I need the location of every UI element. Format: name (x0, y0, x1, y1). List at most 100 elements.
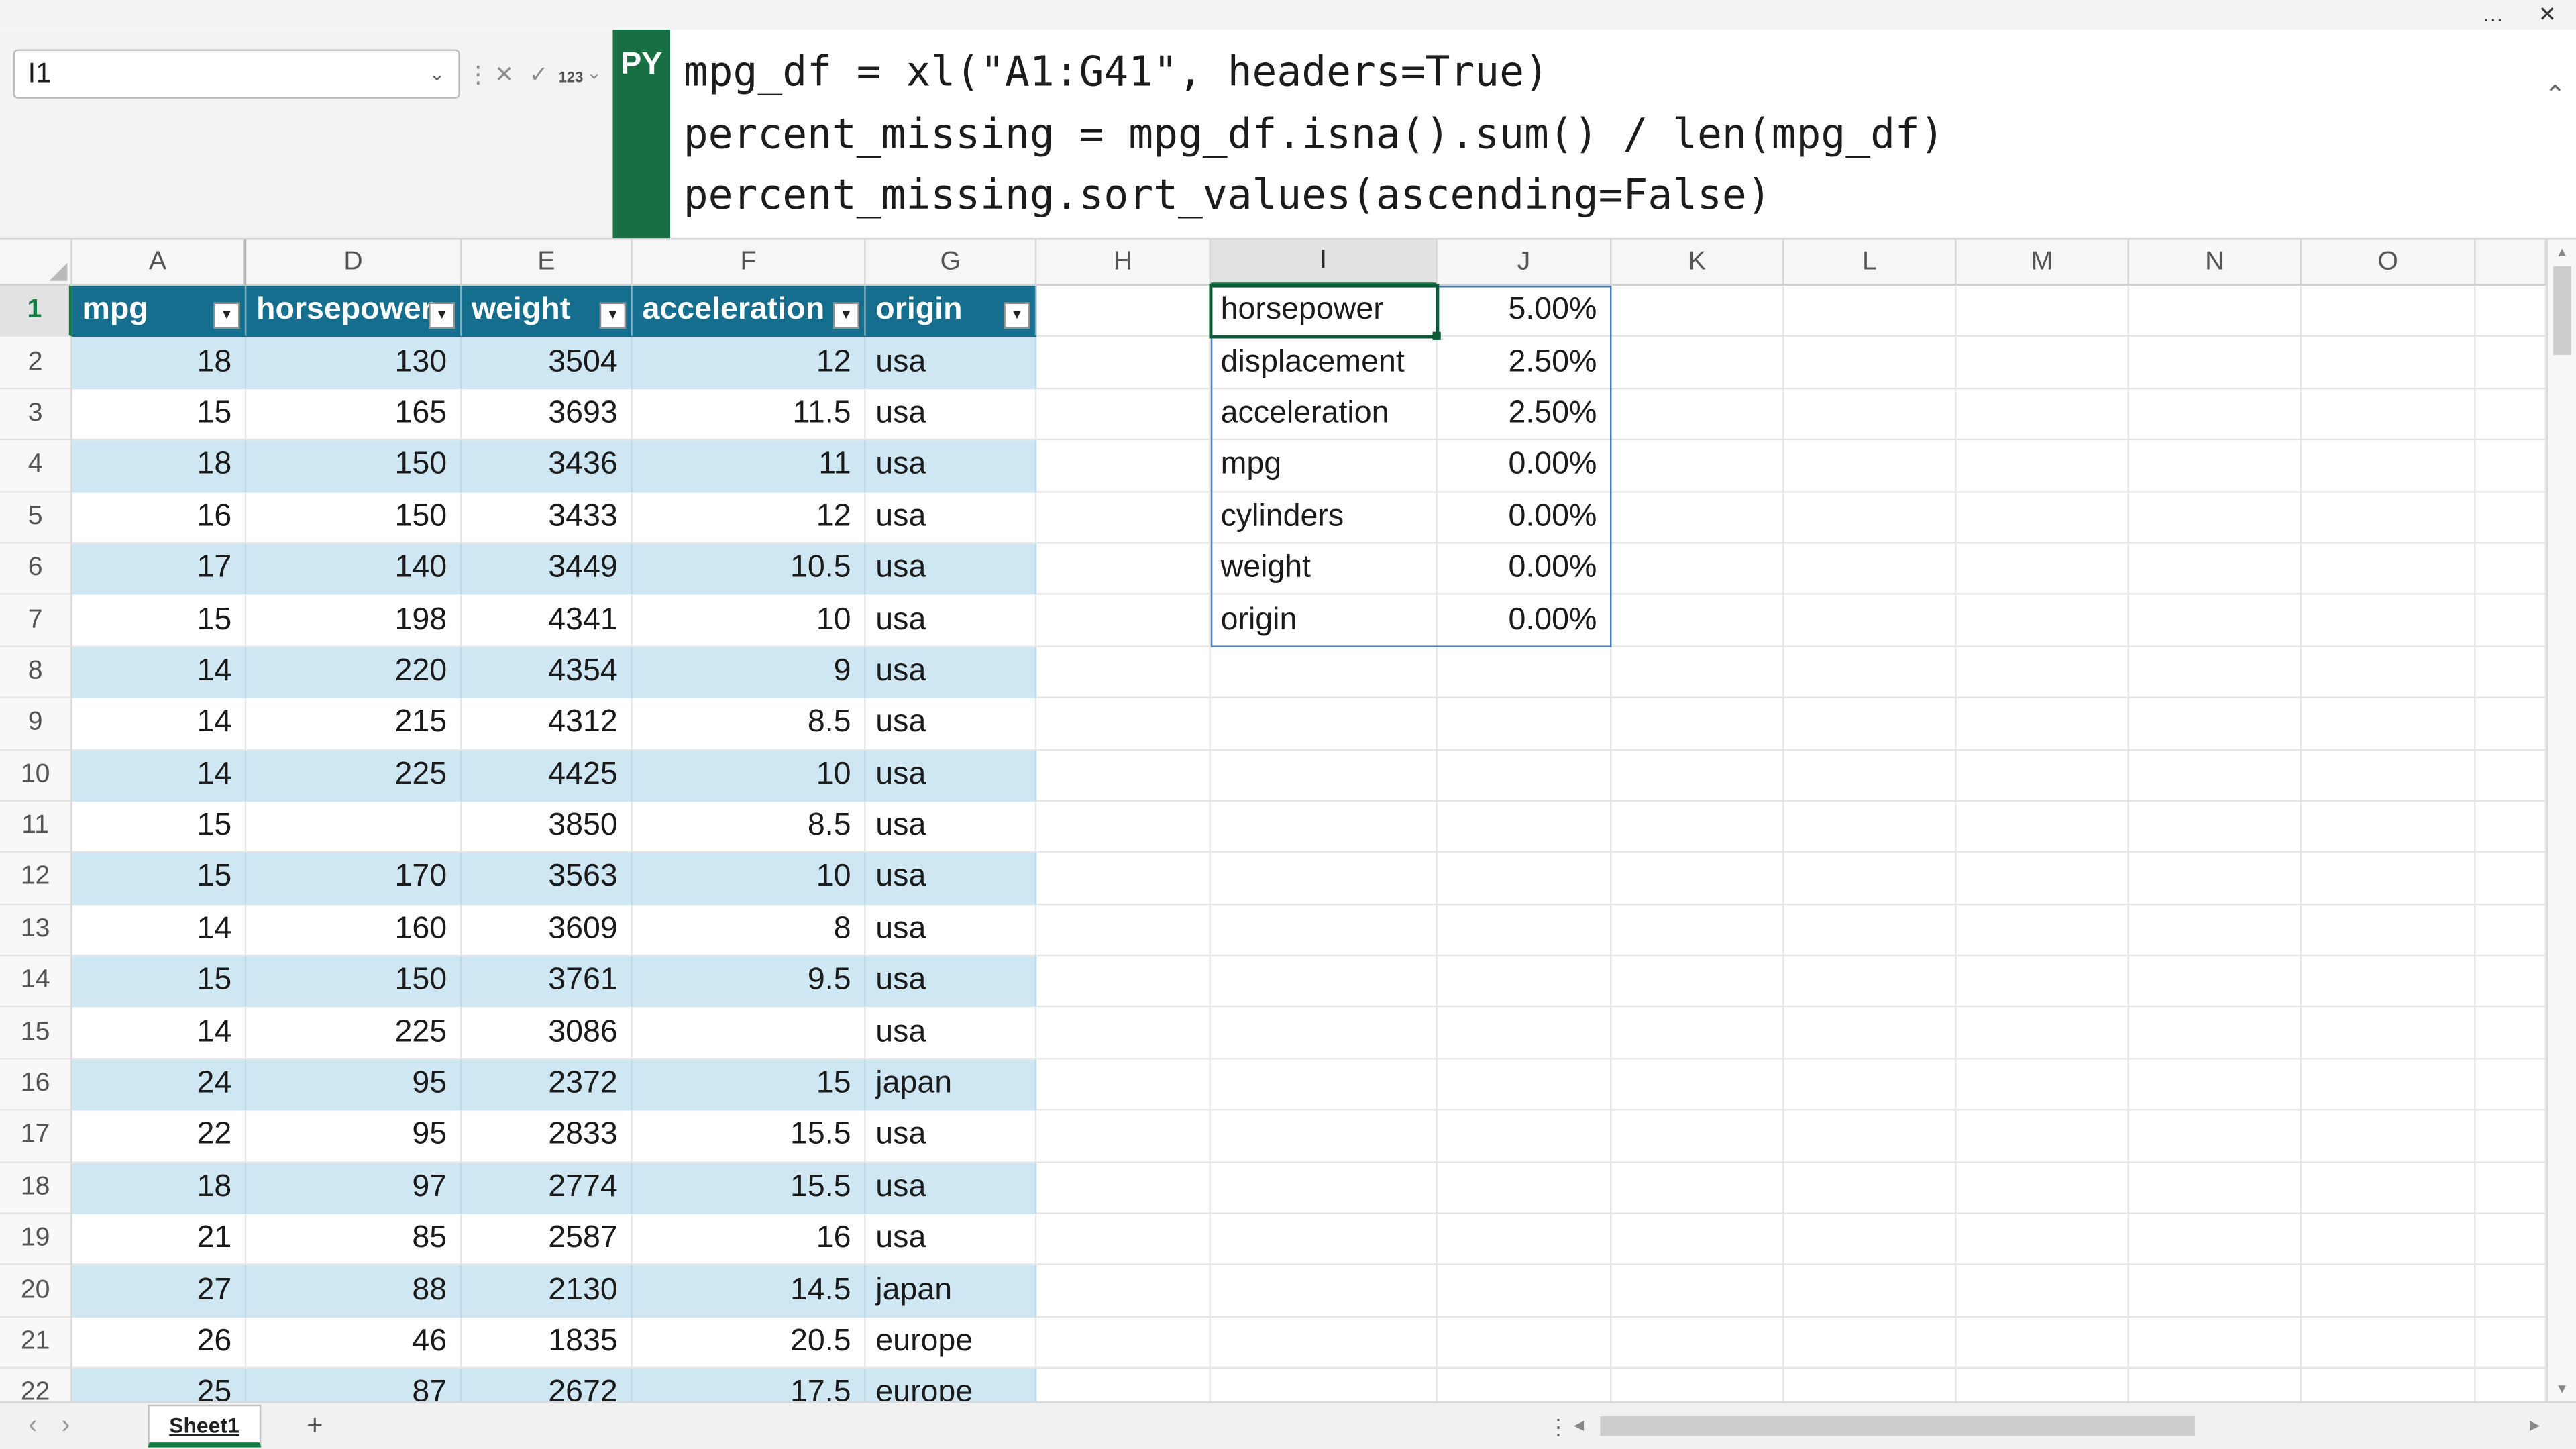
cell[interactable] (1784, 1111, 1957, 1163)
cell[interactable] (1784, 337, 1957, 389)
cell[interactable] (1957, 286, 2129, 337)
cell[interactable] (1438, 698, 1612, 750)
cell[interactable]: usa (866, 905, 1037, 957)
cell[interactable] (2129, 1163, 2302, 1214)
cell[interactable] (2476, 802, 2546, 853)
cell[interactable] (2302, 750, 2476, 802)
cell[interactable] (1957, 647, 2129, 698)
cell[interactable] (1211, 956, 1438, 1008)
cell[interactable]: 3086 (462, 1008, 633, 1059)
cell[interactable] (2302, 286, 2476, 337)
column-header-D[interactable]: D (246, 240, 462, 286)
cell[interactable]: usa (866, 750, 1037, 802)
cell[interactable]: usa (866, 543, 1037, 595)
cell[interactable]: 3563 (462, 853, 633, 905)
cell[interactable]: 3436 (462, 441, 633, 492)
cell[interactable] (1784, 1163, 1957, 1214)
cell[interactable] (2302, 492, 2476, 544)
cell[interactable] (1784, 647, 1957, 698)
cell[interactable] (1211, 1318, 1438, 1369)
column-header-O[interactable]: O (2302, 240, 2476, 286)
cell[interactable] (1438, 1214, 1612, 1266)
vertical-scroll-thumb[interactable] (2553, 266, 2571, 355)
cell[interactable] (2476, 1008, 2546, 1059)
cell[interactable] (2476, 647, 2546, 698)
cell[interactable]: 4312 (462, 698, 633, 750)
cell[interactable] (1957, 543, 2129, 595)
horizontal-scrollbar[interactable]: ◀ ▶ (1574, 1415, 2540, 1440)
cell[interactable] (2476, 1214, 2546, 1266)
cell[interactable]: usa (866, 853, 1037, 905)
cell[interactable]: 2833 (462, 1111, 633, 1163)
cell[interactable] (1784, 802, 1957, 853)
cell[interactable]: 25 (72, 1368, 247, 1401)
cell[interactable] (2302, 1059, 2476, 1111)
cell[interactable] (1957, 956, 2129, 1008)
cell[interactable] (1611, 802, 1784, 853)
cell[interactable] (2302, 956, 2476, 1008)
cell[interactable] (1784, 1214, 1957, 1266)
cell[interactable]: 2587 (462, 1214, 633, 1266)
cell[interactable] (1957, 1214, 2129, 1266)
spill-cell[interactable]: 2.50% (1438, 389, 1612, 441)
cell[interactable]: 215 (246, 698, 462, 750)
cell[interactable] (1036, 1163, 1211, 1214)
row-header-18[interactable]: 18 (0, 1163, 72, 1214)
cell[interactable] (1438, 802, 1612, 853)
cell[interactable] (1036, 698, 1211, 750)
more-options-icon[interactable]: … (2482, 0, 2504, 30)
cell[interactable]: japan (866, 1266, 1037, 1318)
cell[interactable] (1211, 1214, 1438, 1266)
row-header-3[interactable]: 3 (0, 389, 72, 441)
filter-button[interactable]: ▼ (833, 303, 859, 329)
close-icon[interactable]: ✕ (2538, 0, 2557, 30)
cell[interactable] (1611, 595, 1784, 647)
spill-cell[interactable]: displacement (1211, 337, 1438, 389)
cell[interactable]: 8 (633, 905, 866, 957)
column-header-E[interactable]: E (462, 240, 633, 286)
cell[interactable]: 150 (246, 956, 462, 1008)
cell[interactable]: 14 (72, 905, 247, 957)
cell[interactable]: usa (866, 595, 1037, 647)
cell[interactable] (1211, 802, 1438, 853)
cell[interactable]: 87 (246, 1368, 462, 1401)
cell[interactable]: 14 (72, 647, 247, 698)
cell[interactable]: 17 (72, 543, 247, 595)
cell[interactable]: europe (866, 1318, 1037, 1369)
cell[interactable]: 11 (633, 441, 866, 492)
cell[interactable] (1438, 750, 1612, 802)
spill-cell[interactable]: 5.00% (1438, 286, 1612, 337)
filter-button[interactable]: ▼ (1004, 303, 1030, 329)
cell[interactable] (2302, 698, 2476, 750)
enter-icon[interactable]: ✓ (529, 61, 549, 87)
cell[interactable] (2476, 595, 2546, 647)
column-header-M[interactable]: M (1957, 240, 2129, 286)
cell[interactable] (1438, 1111, 1612, 1163)
cell[interactable] (1211, 1008, 1438, 1059)
cell[interactable] (1036, 1111, 1211, 1163)
cell[interactable] (1611, 1266, 1784, 1318)
cell[interactable] (1611, 389, 1784, 441)
cell[interactable] (1957, 1163, 2129, 1214)
cell[interactable] (1611, 956, 1784, 1008)
cell[interactable] (1611, 1008, 1784, 1059)
cell[interactable] (1036, 853, 1211, 905)
cell[interactable]: 24 (72, 1059, 247, 1111)
cell[interactable] (1957, 905, 2129, 957)
scroll-up-icon[interactable]: ▲ (2548, 245, 2576, 260)
row-header-13[interactable]: 13 (0, 905, 72, 957)
cell[interactable]: 15 (633, 1059, 866, 1111)
cell[interactable] (1957, 1318, 2129, 1369)
cell[interactable] (1611, 1163, 1784, 1214)
cell[interactable] (1036, 905, 1211, 957)
cell[interactable] (1211, 698, 1438, 750)
table-header-cell[interactable]: weight▼ (462, 286, 633, 337)
cell[interactable] (1438, 1318, 1612, 1369)
row-header-8[interactable]: 8 (0, 647, 72, 698)
cell[interactable] (1611, 750, 1784, 802)
cell[interactable] (1036, 1214, 1211, 1266)
cell[interactable] (1611, 441, 1784, 492)
cell[interactable] (1036, 1318, 1211, 1369)
cell[interactable] (1438, 647, 1612, 698)
cell[interactable]: 2774 (462, 1163, 633, 1214)
